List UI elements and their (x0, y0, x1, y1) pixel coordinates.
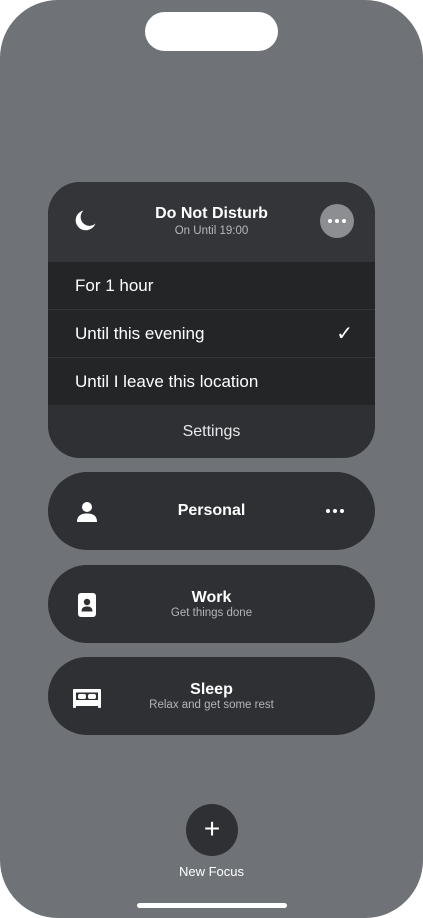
more-dot (328, 219, 332, 223)
more-dot (333, 509, 337, 513)
option-label: For 1 hour (75, 276, 154, 295)
focus-work[interactable]: Work Get things done (48, 565, 375, 643)
checkmark-icon: ✓ (336, 323, 353, 345)
more-dot (340, 509, 344, 513)
dnd-more-button[interactable] (320, 204, 354, 238)
new-focus-label: New Focus (178, 864, 245, 879)
option-label: Until this evening (75, 324, 205, 343)
option-label: Until I leave this location (75, 372, 259, 391)
new-focus-button[interactable]: + (186, 804, 238, 856)
focus-subtitle: Relax and get some rest (149, 699, 274, 711)
home-indicator[interactable] (137, 903, 287, 908)
focus-subtitle: Get things done (170, 607, 253, 619)
do-not-disturb-card: Do Not Disturb On Until 19:00 For 1 hour… (48, 182, 375, 458)
option-for-1-hour[interactable]: For 1 hour (48, 262, 375, 310)
focus-title: Sleep (190, 681, 233, 698)
focus-sleep[interactable]: Sleep Relax and get some rest (48, 657, 375, 735)
more-dot (342, 219, 346, 223)
do-not-disturb-header[interactable]: Do Not Disturb On Until 19:00 (48, 182, 375, 262)
duration-options: For 1 hour Until this evening ✓ Until I … (48, 262, 375, 405)
focus-screen: Do Not Disturb On Until 19:00 For 1 hour… (0, 0, 423, 918)
personal-more-button[interactable] (320, 500, 350, 522)
focus-title: Work (191, 589, 232, 606)
option-until-leave-location[interactable]: Until I leave this location (48, 358, 375, 405)
focus-personal[interactable]: Personal (48, 472, 375, 550)
more-dot (335, 219, 339, 223)
dynamic-island (145, 12, 278, 51)
settings-button[interactable]: Settings (48, 406, 375, 458)
option-until-this-evening[interactable]: Until this evening ✓ (48, 310, 375, 358)
more-dot (326, 509, 330, 513)
